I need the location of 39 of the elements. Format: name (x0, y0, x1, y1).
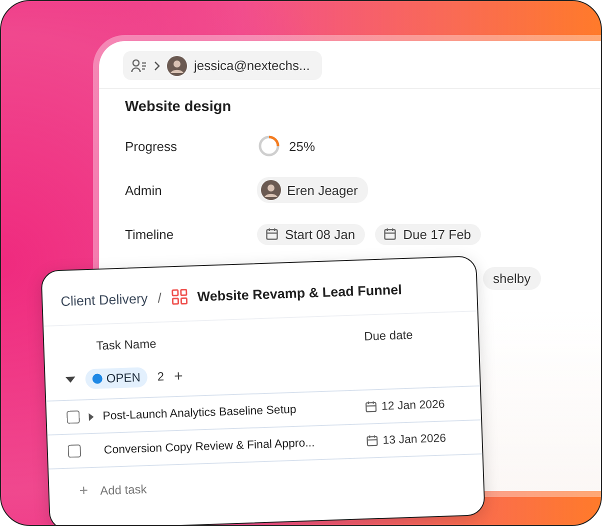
task-title: Website design (125, 99, 232, 115)
breadcrumb-separator: / (157, 290, 162, 306)
add-button[interactable]: + (174, 367, 184, 385)
task-checkbox[interactable] (68, 444, 82, 458)
task-checkbox[interactable] (66, 410, 80, 424)
field-label: Progress (125, 138, 178, 154)
task-name[interactable]: Conversion Copy Review & Final Appro... (104, 436, 315, 456)
chevron-right-icon (154, 60, 160, 70)
calendar-icon (265, 227, 279, 241)
assignee-chip[interactable]: Eren Jeager (257, 177, 368, 203)
person-chip[interactable]: shelby (483, 267, 541, 290)
field-label: Timeline (125, 226, 175, 242)
field-label: Admin (125, 182, 163, 198)
calendar-icon (366, 434, 379, 448)
add-task-icon-button[interactable]: + (79, 482, 88, 500)
progress-value: 25% (289, 138, 316, 154)
status-badge[interactable]: OPEN (85, 367, 148, 390)
breadcrumb-link[interactable]: Client Delivery (60, 290, 148, 308)
user-email: jessica@nextechs... (194, 58, 310, 73)
due-date[interactable]: 13 Jan 2026 (366, 432, 446, 448)
column-header: Due date (364, 326, 414, 344)
start-date-chip[interactable]: Start 08 Jan (257, 224, 366, 244)
due-date-chip[interactable]: Due 17 Feb (375, 224, 482, 244)
task-count: 2 (157, 369, 164, 384)
due-date[interactable]: 12 Jan 2026 (364, 398, 446, 414)
grid-icon (171, 288, 188, 306)
collapse-caret-icon[interactable] (65, 376, 76, 383)
calendar-icon (383, 227, 398, 241)
column-header: Task Name (96, 336, 158, 353)
avatar-icon (261, 180, 281, 200)
calendar-icon (364, 400, 378, 414)
task-name[interactable]: Post-Launch Analytics Baseline Setup (102, 403, 296, 422)
avatar-icon (167, 56, 187, 76)
user-breadcrumb[interactable]: jessica@nextechs... (123, 51, 322, 80)
progress-ring (257, 134, 281, 158)
user-list-icon (131, 58, 147, 72)
add-task-link[interactable]: Add task (100, 482, 147, 498)
expand-caret-icon[interactable] (88, 412, 94, 421)
list-title: Website Revamp & Lead Funnel (197, 282, 402, 304)
